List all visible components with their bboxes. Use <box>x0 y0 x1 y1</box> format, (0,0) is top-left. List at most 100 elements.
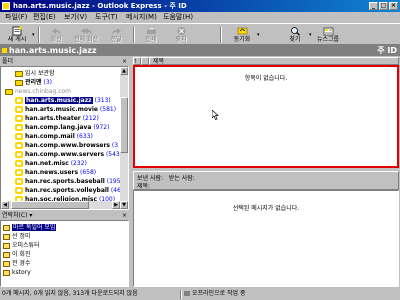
newsgroup-icon <box>15 97 23 104</box>
status-work-offline[interactable]: 오프라인으로 작업 중 <box>184 289 246 299</box>
status-bar: 0개 메시지, 0개 읽지 않음, 313개 다운로드되지 않음 오프라인으로 … <box>0 289 400 300</box>
sync-dropdown-icon[interactable]: ▾ <box>257 33 262 38</box>
folder-item-label: han.arts.theater <box>25 115 81 122</box>
col-subject-header[interactable]: 제목 <box>149 57 399 65</box>
sync-icon <box>237 27 247 35</box>
newsgroup-item[interactable]: han.news.users (658) <box>15 168 96 177</box>
folder-item-label: han.comp.www.browsers <box>25 142 110 149</box>
reply-all-button[interactable]: 전체 회신 <box>72 25 100 44</box>
folder-item[interactable]: 임시 보관함 <box>15 69 55 78</box>
unread-count: (658) <box>79 169 97 176</box>
newsgroups-label: 뉴스그룹 <box>316 36 340 43</box>
contact-item[interactable]: 마르 독일어 모임 <box>3 223 57 232</box>
newsgroup-item[interactable]: han.arts.music.movie (581) <box>15 105 116 114</box>
sync-button[interactable]: 동기화 <box>228 25 256 44</box>
contact-item[interactable]: kstory <box>3 268 31 277</box>
forward-button[interactable]: 전달 <box>102 25 130 44</box>
news-server-item[interactable]: news.chinbag.com <box>5 87 71 96</box>
contact-item[interactable]: 선 정미 <box>3 232 30 241</box>
reply-label: 회신 <box>50 36 62 43</box>
contacts-pane-title[interactable]: 연락처(C) <box>2 212 27 219</box>
newsgroup-item[interactable]: han.comp.lang.java (972) <box>15 123 109 132</box>
menu-edit[interactable]: 편집(E) <box>33 12 56 23</box>
find-icon <box>290 27 300 36</box>
contacts-list: 마르 독일어 모임 선 정미 오피스튜터 이 회진 전 경수 kstory <box>0 220 129 287</box>
message-list[interactable]: 항목이 없습니다. <box>133 65 399 168</box>
menu-message[interactable]: 메시지(M) <box>126 12 157 23</box>
contacts-pane-header: 연락처(C) ▾ × <box>0 211 130 220</box>
contact-item[interactable]: 이 회진 <box>3 250 30 259</box>
folder-item-label: han.rec.sports.baseball <box>25 178 105 185</box>
newsgroup-item[interactable]: han.arts.theater (212) <box>15 114 99 123</box>
newsgroup-item[interactable]: han.comp.mail (633) <box>15 132 93 141</box>
reply-button[interactable]: 회신 <box>42 25 70 44</box>
toolbar-separator <box>220 27 222 43</box>
scroll-down-icon[interactable]: ▼ <box>120 201 128 209</box>
newsgroup-item[interactable]: han.comp.www.servers (543 <box>15 150 120 159</box>
forward-label: 전달 <box>110 36 122 43</box>
folder-item-label: han.comp.lang.java <box>25 124 92 131</box>
unread-count: (212) <box>82 115 99 122</box>
newsgroup-item[interactable]: han.comp.www.browsers (3 <box>15 141 118 150</box>
newsgroup-item[interactable]: han.rec.sports.volleyball (46) <box>15 186 123 195</box>
newsgroup-item[interactable]: han.rec.sports.baseball (195) <box>15 177 123 186</box>
title-bar[interactable]: han.arts.music.jazz - Outlook Express - … <box>0 0 400 12</box>
menu-file[interactable]: 파일(F) <box>5 12 27 23</box>
new-post-button[interactable]: 새 게시 <box>3 25 31 44</box>
scroll-up-icon[interactable]: ▲ <box>120 67 128 75</box>
scroll-thumb[interactable] <box>120 97 128 153</box>
print-label: 인쇄 <box>145 36 157 43</box>
col-priority-header[interactable]: ! <box>133 57 141 65</box>
close-button[interactable]: × <box>389 2 398 10</box>
new-post-label: 새 게시 <box>7 36 27 43</box>
newsgroup-icon <box>2 48 7 53</box>
menu-bar: 파일(F) 편집(E) 보기(V) 도구(T) 메시지(M) 도움말(H) <box>0 12 400 23</box>
newsgroup-item[interactable]: han.net.misc (232) <box>15 159 87 168</box>
newsgroups-button[interactable]: 뉴스그룹 <box>314 25 342 44</box>
unread-count: (232) <box>70 160 87 167</box>
newsgroups-icon <box>323 27 333 36</box>
newsgroup-icon <box>15 169 23 176</box>
scroll-right-icon[interactable]: ▶ <box>112 201 120 209</box>
contacts-pane-close-button[interactable]: × <box>122 211 127 220</box>
folders-pane-close-button[interactable]: × <box>122 57 127 66</box>
reply-icon <box>51 28 61 35</box>
message-list-empty-text: 항목이 없습니다. <box>244 75 288 82</box>
folder-item-label: han.rec.sports.volleyball <box>25 187 109 194</box>
folders-scrollbar[interactable]: ▲ ▼ <box>120 67 128 209</box>
print-button[interactable]: 인쇄 <box>137 25 165 44</box>
status-message-count: 0개 메시지, 0개 읽지 않음, 313개 다운로드되지 않음 <box>2 290 138 297</box>
maximize-button[interactable]: □ <box>379 2 388 10</box>
newsgroup-item[interactable]: han.arts.music.jazz (313) <box>15 96 111 105</box>
menu-tools[interactable]: 도구(T) <box>95 12 118 23</box>
status-work-text: 오프라인으로 작업 중 <box>192 290 246 297</box>
unread-count: (543 <box>105 151 120 158</box>
minimize-button[interactable]: _ <box>369 2 378 10</box>
hscroll-thumb[interactable] <box>11 201 89 209</box>
folders-tree: 임시 보관함 관리맨 (3) news.chinbag.com han.arts.mu… <box>0 66 129 210</box>
print-icon <box>146 26 156 34</box>
contact-item[interactable]: 전 경수 <box>3 259 30 268</box>
stop-button[interactable]: 중지 <box>167 25 195 44</box>
col-attachment-header[interactable] <box>141 57 149 65</box>
contacts-dropdown-icon[interactable]: ▾ <box>29 212 32 219</box>
newsgroup-icon <box>15 142 23 149</box>
contact-item[interactable]: 오피스튜터 <box>3 241 40 250</box>
menu-help[interactable]: 도움말(H) <box>163 12 193 23</box>
menu-view[interactable]: 보기(V) <box>64 12 87 23</box>
unread-count: (3 <box>111 142 119 149</box>
folder-item[interactable]: 관리맨 (3) <box>15 78 52 87</box>
offline-icon <box>184 291 190 296</box>
subject-label: 제목: <box>137 183 151 190</box>
preview-pane[interactable]: 선택된 메시지가 없습니다. <box>133 190 399 287</box>
find-button[interactable]: 찾기 <box>281 25 309 44</box>
current-folder-bar: han.arts.music.jazz 주 ID <box>0 45 400 56</box>
contact-card-icon <box>3 251 10 258</box>
scroll-left-icon[interactable]: ◀ <box>1 201 9 209</box>
contact-name: 이 회진 <box>12 251 31 258</box>
new-post-dropdown-icon[interactable]: ▾ <box>32 33 37 38</box>
mouse-cursor-icon <box>212 110 219 120</box>
identity-label[interactable]: 주 ID <box>377 45 397 56</box>
current-folder-name: han.arts.music.jazz <box>9 46 97 55</box>
folders-hscrollbar[interactable]: ◀ ▶ <box>1 201 120 209</box>
